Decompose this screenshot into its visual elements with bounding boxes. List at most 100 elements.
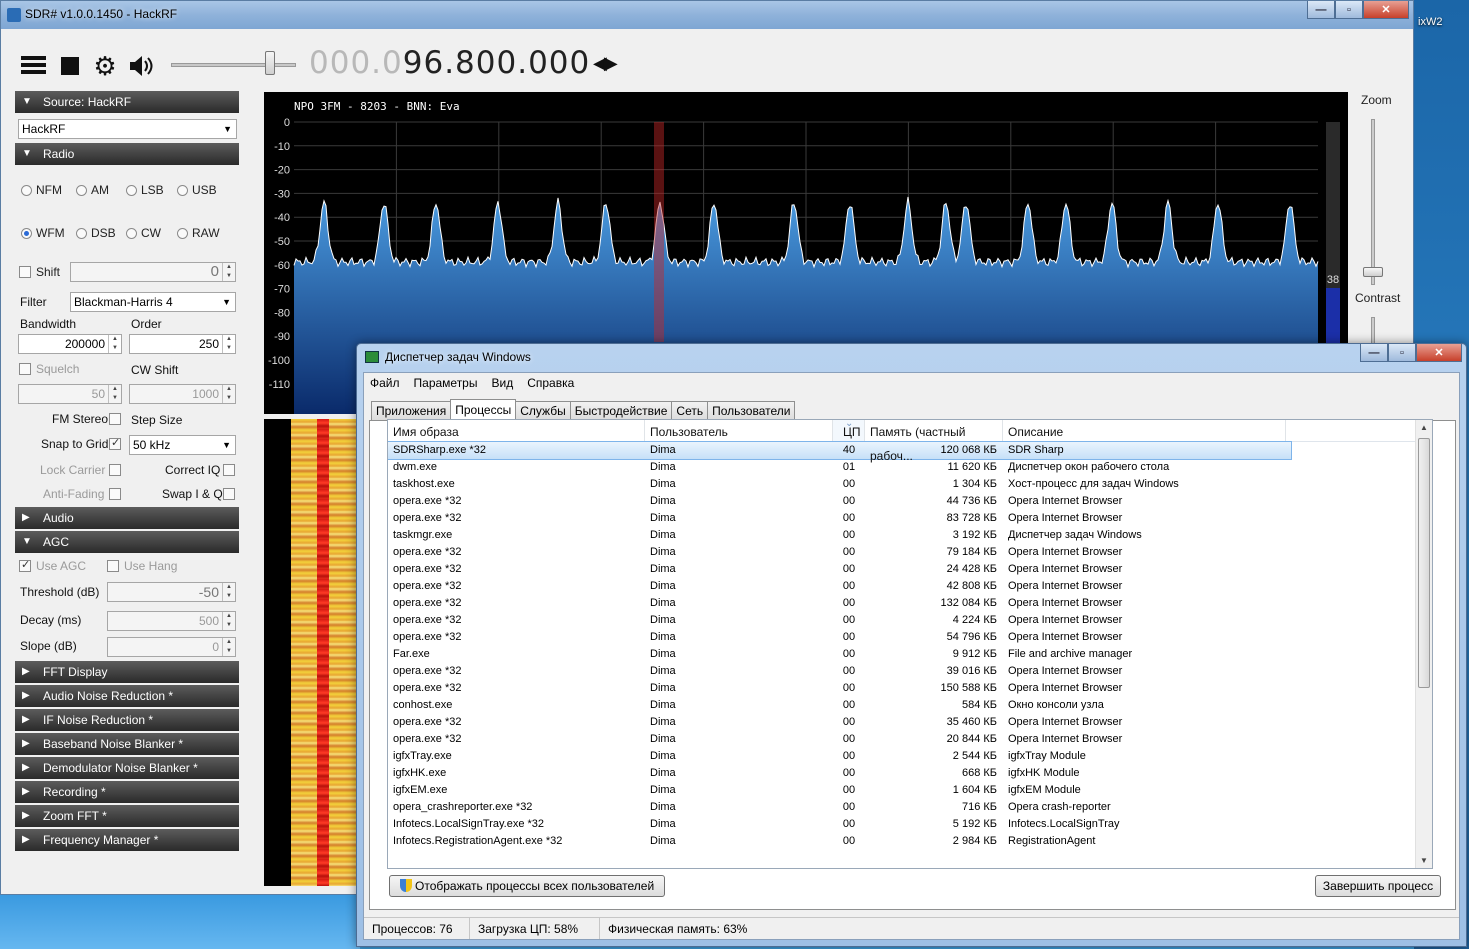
squelch-checkbox-row[interactable]: Squelch bbox=[19, 362, 79, 376]
radio-button[interactable] bbox=[76, 184, 87, 196]
table-row[interactable]: opera.exe *32 Dima 00 4 224 КБ Opera Interne… bbox=[388, 612, 1432, 629]
filter-select[interactable]: Blackman-Harris 4 ▼ bbox=[70, 292, 236, 312]
shift-checkbox-row[interactable]: Shift bbox=[19, 265, 60, 279]
column-header-memory[interactable]: Память (частный рабоч... bbox=[865, 420, 1003, 463]
mode-radio-cw[interactable]: CW bbox=[126, 226, 161, 240]
spin-arrows-icon[interactable]: ▲ ▼ bbox=[222, 335, 235, 353]
speaker-icon[interactable] bbox=[127, 53, 155, 79]
mode-radio-am[interactable]: AM bbox=[76, 183, 109, 197]
frequency-display[interactable]: 000.096.800.000 bbox=[309, 45, 590, 81]
mode-radio-usb[interactable]: USB bbox=[177, 183, 217, 197]
use-agc-checkbox[interactable] bbox=[19, 558, 31, 572]
table-row[interactable]: opera_crashreporter.exe *32 Dima 00 716 КБ O… bbox=[388, 799, 1432, 816]
table-row[interactable]: opera.exe *32 Dima 00 35 460 КБ Opera Intern… bbox=[388, 714, 1432, 731]
mode-radio-raw[interactable]: RAW bbox=[177, 226, 220, 240]
show-all-processes-button[interactable]: Отображать процессы всех пользователей bbox=[389, 875, 666, 897]
table-row[interactable]: opera.exe *32 Dima 00 83 728 КБ Opera Intern… bbox=[388, 510, 1432, 527]
spin-arrows-icon[interactable]: ▲ ▼ bbox=[108, 335, 121, 353]
spin-arrows-icon[interactable]: ▲ ▼ bbox=[222, 638, 235, 656]
mode-radio-dsb[interactable]: DSB bbox=[76, 226, 116, 240]
radio-button[interactable] bbox=[177, 227, 188, 239]
correct-iq-checkbox[interactable] bbox=[223, 464, 235, 476]
menu-item[interactable]: Файл bbox=[370, 373, 400, 393]
zoom-slider-thumb[interactable] bbox=[1363, 267, 1383, 277]
step-size-select[interactable]: 50 kHz ▼ bbox=[129, 435, 236, 455]
slope-input[interactable]: 0 ▲ ▼ bbox=[107, 637, 236, 657]
mode-radio-nfm[interactable]: NFM bbox=[21, 183, 62, 197]
frequency-value[interactable]: 96.800.000 bbox=[403, 45, 591, 81]
section-fft-display[interactable]: ▶ FFT Display bbox=[15, 661, 239, 683]
section-baseband-noise-blanker[interactable]: ▶ Baseband Noise Blanker * bbox=[15, 733, 239, 755]
section-audio-noise-reduction[interactable]: ▶ Audio Noise Reduction * bbox=[15, 685, 239, 707]
table-row[interactable]: opera.exe *32 Dima 00 24 428 КБ Opera Intern… bbox=[388, 561, 1432, 578]
snap-to-grid-checkbox[interactable] bbox=[109, 436, 121, 450]
tab-3[interactable]: Быстродействие bbox=[569, 401, 673, 420]
stop-icon[interactable] bbox=[61, 57, 79, 75]
tab-1[interactable]: Процессы bbox=[450, 399, 517, 420]
table-row[interactable]: opera.exe *32 Dima 00 132 084 КБ Opera Inter… bbox=[388, 595, 1432, 612]
tuned-channel-marker[interactable] bbox=[654, 122, 664, 342]
squelch-checkbox[interactable] bbox=[19, 363, 31, 375]
table-row[interactable]: taskmgr.exe Dima 00 3 192 КБ Диспетчер задач… bbox=[388, 527, 1432, 544]
radio-button[interactable] bbox=[76, 227, 87, 239]
volume-slider-thumb[interactable] bbox=[265, 51, 275, 75]
process-table[interactable]: Имя образа Пользователь ЦП Память (частн… bbox=[387, 419, 1433, 869]
close-button[interactable]: ✕ bbox=[1363, 1, 1409, 19]
section-zoom-fft[interactable]: ▶ Zoom FFT * bbox=[15, 805, 239, 827]
squelch-input[interactable]: 50 ▲ ▼ bbox=[18, 384, 122, 404]
desktop-icon-label[interactable]: ixW2 bbox=[1418, 16, 1442, 28]
section-recording[interactable]: ▶ Recording * bbox=[15, 781, 239, 803]
shift-input[interactable]: 0 ▲ ▼ bbox=[70, 262, 236, 282]
scroll-down-icon[interactable]: ▼ bbox=[1420, 856, 1428, 865]
table-row[interactable]: conhost.exe Dima 00 584 КБ Окно консоли узла bbox=[388, 697, 1432, 714]
menu-item[interactable]: Вид bbox=[491, 373, 513, 393]
table-row[interactable]: opera.exe *32 Dima 00 79 184 КБ Opera Intern… bbox=[388, 544, 1432, 561]
table-row[interactable]: Infotecs.LocalSignTray.exe *32 Dima 00 5 19… bbox=[388, 816, 1432, 833]
section-source[interactable]: ▼ Source: HackRF bbox=[15, 91, 239, 113]
radio-button[interactable] bbox=[21, 184, 32, 196]
fm-stereo-checkbox[interactable] bbox=[109, 413, 121, 425]
tm-close-button[interactable]: ✕ bbox=[1416, 344, 1462, 362]
table-row[interactable]: taskhost.exe Dima 00 1 304 КБ Хост-процесс д… bbox=[388, 476, 1432, 493]
anti-fading-checkbox[interactable] bbox=[109, 488, 121, 500]
waterfall-display[interactable] bbox=[264, 419, 358, 886]
volume-slider-track[interactable] bbox=[171, 63, 296, 67]
mode-radio-lsb[interactable]: LSB bbox=[126, 183, 164, 197]
lock-carrier-checkbox[interactable] bbox=[109, 464, 121, 476]
tuning-arrows-icon[interactable]: ◀▶ bbox=[593, 53, 618, 74]
tab-0[interactable]: Приложения bbox=[371, 401, 452, 420]
section-agc[interactable]: ▼ AGC bbox=[15, 531, 239, 553]
section-if-noise-reduction[interactable]: ▶ IF Noise Reduction * bbox=[15, 709, 239, 731]
sdr-titlebar[interactable]: SDR# v1.0.0.1450 - HackRF — ▫ ✕ bbox=[1, 1, 1413, 29]
spin-arrows-icon[interactable]: ▲ ▼ bbox=[222, 583, 235, 601]
swap-iq-checkbox[interactable] bbox=[223, 488, 235, 500]
order-input[interactable]: 250 ▲ ▼ bbox=[129, 334, 236, 354]
bandwidth-input[interactable]: 200000 ▲ ▼ bbox=[18, 334, 122, 354]
section-demodulator-noise-blanker[interactable]: ▶ Demodulator Noise Blanker * bbox=[15, 757, 239, 779]
menu-icon[interactable] bbox=[21, 53, 49, 79]
section-frequency-manager[interactable]: ▶ Frequency Manager * bbox=[15, 829, 239, 851]
column-header-cpu[interactable]: ЦП bbox=[833, 420, 865, 441]
radio-button[interactable] bbox=[21, 227, 32, 239]
column-header-image-name[interactable]: Имя образа bbox=[388, 420, 645, 441]
section-audio[interactable]: ▶ Audio bbox=[15, 507, 239, 529]
table-row[interactable]: opera.exe *32 Dima 00 44 736 КБ Opera Intern… bbox=[388, 493, 1432, 510]
tab-5[interactable]: Пользователи bbox=[707, 401, 796, 420]
column-header-user[interactable]: Пользователь bbox=[645, 420, 833, 441]
tm-maximize-button[interactable]: ▫ bbox=[1388, 344, 1416, 362]
scrollbar-thumb[interactable] bbox=[1418, 438, 1430, 688]
table-row[interactable]: SDRSharp.exe *32 Dima 40 120 068 КБ SDR Shar… bbox=[388, 441, 1292, 460]
table-row[interactable]: opera.exe *32 Dima 00 54 796 КБ Opera Intern… bbox=[388, 629, 1432, 646]
gear-icon[interactable]: ⚙ bbox=[91, 53, 119, 79]
decay-input[interactable]: 500 ▲ ▼ bbox=[107, 611, 236, 631]
radio-button[interactable] bbox=[126, 227, 137, 239]
table-row[interactable]: Infotecs.RegistrationAgent.exe *32 Dima 00… bbox=[388, 833, 1432, 850]
column-header-description[interactable]: Описание bbox=[1003, 420, 1286, 441]
spin-arrows-icon[interactable]: ▲ ▼ bbox=[222, 385, 235, 403]
minimize-button[interactable]: — bbox=[1307, 1, 1335, 19]
use-hang-row[interactable]: Use Hang bbox=[107, 559, 177, 573]
table-row[interactable]: igfxHK.exe Dima 00 668 КБ igfxHK Module bbox=[388, 765, 1432, 782]
table-row[interactable]: opera.exe *32 Dima 00 150 588 КБ Opera Inter… bbox=[388, 680, 1432, 697]
menu-item[interactable]: Параметры bbox=[414, 373, 478, 393]
use-hang-checkbox[interactable] bbox=[107, 560, 119, 572]
